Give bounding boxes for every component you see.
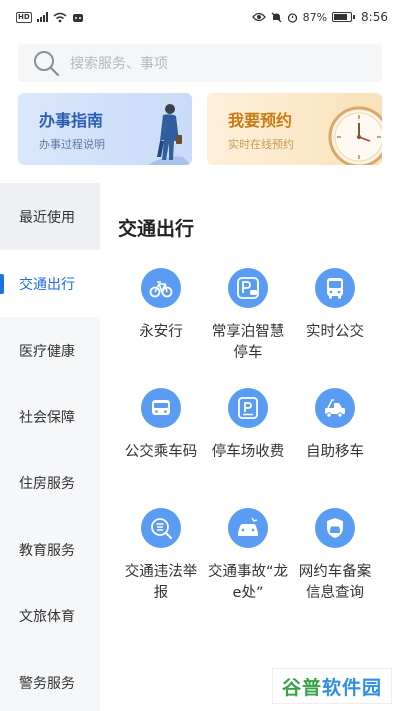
status-left: HD [16, 11, 84, 23]
service-tile[interactable]: 网约车备案信息查询 [292, 508, 378, 604]
watermark-part1: 谷普 [281, 676, 322, 699]
service-tile[interactable]: 自助移车 [292, 388, 378, 463]
battery-percent: 87% [302, 10, 328, 24]
tow-truck-icon [315, 388, 355, 428]
ride-hailing-icon [315, 508, 355, 548]
service-label: 交通事故“龙e处” [207, 564, 288, 601]
parking-icon [228, 268, 268, 308]
sidebar-item-label: 文旅体育 [19, 608, 75, 625]
category-sidebar: 最近使用 交通出行 医疗健康 社会保障 住房服务 教育服务 文旅体育 警务服务 [0, 183, 100, 711]
mute-icon [271, 12, 282, 22]
guide-card-subtitle: 办事过程说明 [39, 138, 105, 151]
watermark-part2: 软件园 [322, 676, 383, 699]
sidebar-item-transport[interactable]: 交通出行 [0, 250, 100, 317]
sidebar-item-medical[interactable]: 医疗健康 [0, 317, 100, 384]
appointment-card[interactable]: 我要预约 实时在线预约 [207, 93, 382, 165]
bus-qr-icon [141, 388, 181, 428]
status-bar: HD 87% 8:56 [0, 0, 400, 34]
sidebar-item-label: 教育服务 [19, 542, 75, 559]
parking-fee-icon [228, 388, 268, 428]
eye-icon [251, 12, 266, 22]
battery-icon [332, 12, 356, 22]
guide-card[interactable]: 办事指南 办事过程说明 [18, 93, 192, 165]
notification-icon [72, 13, 83, 22]
service-label: 自助移车 [306, 444, 364, 460]
sidebar-item-label: 交通出行 [19, 276, 75, 293]
signal-icon [36, 12, 48, 22]
alarm-icon [287, 12, 297, 23]
service-tile[interactable]: 交通事故“龙e处” [205, 508, 291, 604]
sidebar-item-education[interactable]: 教育服务 [0, 516, 100, 583]
watermark-logo: 谷普 软件园 [272, 668, 392, 704]
sidebar-item-label: 社会保障 [19, 409, 75, 426]
appointment-card-title: 我要预约 [228, 111, 293, 130]
service-tile[interactable]: 停车场收费 [205, 388, 291, 463]
service-label: 网约车备案信息查询 [298, 564, 372, 601]
bus-icon [315, 268, 355, 308]
sidebar-item-social-security[interactable]: 社会保障 [0, 383, 100, 450]
guide-card-title: 办事指南 [39, 111, 104, 130]
service-tile[interactable]: 永安行 [118, 268, 204, 343]
sidebar-item-recent[interactable]: 最近使用 [0, 183, 100, 250]
sidebar-item-police[interactable]: 警务服务 [0, 649, 100, 711]
service-tile[interactable]: 公交乘车码 [118, 388, 204, 463]
wifi-icon [53, 12, 67, 22]
appointment-card-subtitle: 实时在线预约 [228, 138, 294, 151]
search-bar[interactable]: 搜索服务、事项 [18, 44, 382, 82]
section-title: 交通出行 [118, 218, 195, 240]
bicycle-icon [141, 268, 181, 308]
sidebar-item-label: 医疗健康 [19, 343, 75, 360]
service-tile[interactable]: 常享泊智慧停车 [205, 268, 291, 364]
service-tile[interactable]: 交通违法举报 [118, 508, 204, 604]
sidebar-item-label: 住房服务 [19, 475, 75, 492]
service-label: 交通违法举报 [124, 564, 198, 601]
service-tile[interactable]: 实时公交 [292, 268, 378, 343]
service-label: 实时公交 [306, 324, 364, 340]
accident-icon [228, 508, 268, 548]
search-placeholder: 搜索服务、事项 [70, 56, 168, 72]
sidebar-item-label: 警务服务 [19, 675, 75, 692]
clock: 8:56 [361, 10, 388, 24]
hd-icon: HD [16, 11, 32, 23]
search-icon [34, 51, 60, 77]
sidebar-item-culture-sports[interactable]: 文旅体育 [0, 582, 100, 649]
violation-report-icon [141, 508, 181, 548]
service-label: 公交乘车码 [124, 444, 198, 460]
service-label: 常享泊智慧停车 [211, 324, 285, 361]
service-label: 停车场收费 [211, 444, 285, 460]
sidebar-item-housing[interactable]: 住房服务 [0, 449, 100, 516]
status-right: 87% 8:56 [251, 10, 388, 24]
service-label: 永安行 [139, 324, 183, 340]
sidebar-item-label: 最近使用 [19, 209, 75, 226]
battery-level-fill [334, 14, 348, 20]
